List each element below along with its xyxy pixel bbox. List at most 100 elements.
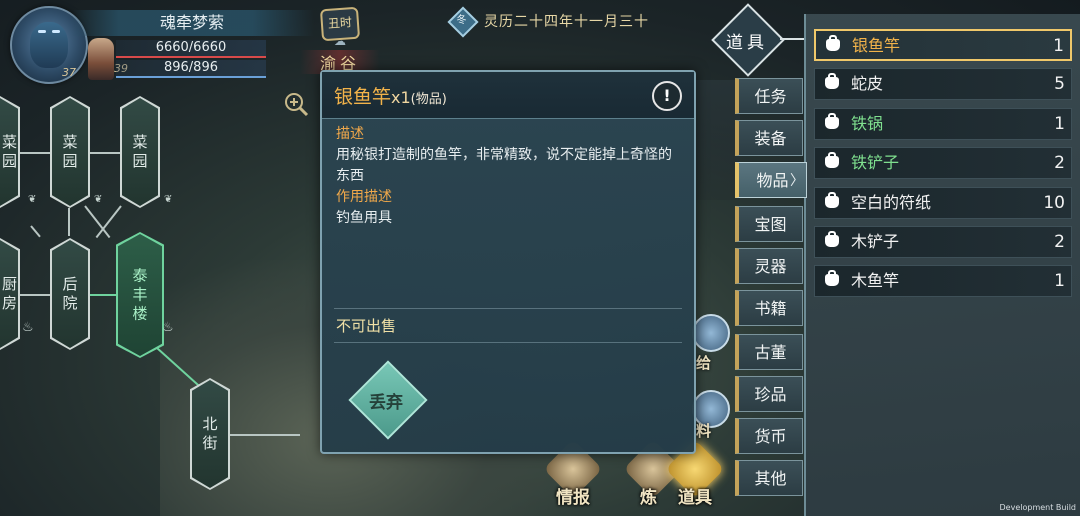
bottom-tab-intel[interactable]: 情报 [542,439,604,510]
material-action-label: 料 [696,422,712,440]
item-count: 1 [1054,114,1065,134]
season-gem-icon: 冬 [447,6,479,38]
popup-divider [334,308,682,309]
avatar-eye [52,30,60,33]
map-node-label: 菜园 [62,133,78,170]
description-label: 描述 [336,126,364,142]
mp-value: 896/896 [163,60,218,75]
popup-divider [334,342,682,343]
bag-icon [825,192,839,208]
mp-stat: 896/896 [116,60,266,78]
item-name: 木铲子 [851,232,900,251]
player-name: 魂牵梦萦 [70,10,314,36]
item-count: 2 [1054,232,1065,252]
development-build-label: Development Build [999,503,1076,512]
item-count: 1 [1053,36,1064,56]
inventory-item[interactable]: 木鱼竿 1 [814,265,1072,297]
map-node-label: 菜园 [132,133,148,170]
tab-treasures[interactable]: 珍品 [735,376,803,412]
item-name: 铁铲子 [851,153,900,172]
date-text: 灵历二十四年十一月三十 [484,14,649,30]
sprout-icon: ❦ [94,194,103,205]
item-count: 1 [1054,271,1065,291]
item-count: 5 [1054,74,1065,94]
description-text: 用秘银打造制的鱼竿，非常精致，说不定能掉上奇怪的东西 [336,147,672,184]
item-detail-popup: 银鱼竿x1(物品) ! 描述 用秘银打造制的鱼竿，非常精致，说不定能掉上奇怪的东… [320,70,696,454]
map-node-north-street[interactable]: 北街 [190,378,230,490]
map-path [68,208,70,236]
tab-treasure-map[interactable]: 宝图 [735,206,803,242]
popup-header: 银鱼竿x1(物品) ! [322,72,694,119]
player-level: 37 [62,66,76,79]
map-path [30,225,41,238]
item-count: 2 [1054,153,1065,173]
inventory-item[interactable]: 铁铲子 2 [814,147,1072,179]
bag-icon [825,231,839,247]
partner-portrait[interactable] [88,38,114,80]
tab-items[interactable]: 物品〉 [735,162,807,198]
inventory-item[interactable]: 木铲子 2 [814,226,1072,258]
tab-antiques[interactable]: 古董 [735,334,803,370]
inventory-item[interactable]: 蛇皮 5 [814,68,1072,100]
give-action-label: 给 [696,354,712,372]
tab-other[interactable]: 其他 [735,460,803,496]
hp-value: 6660/6660 [155,40,227,55]
discard-button[interactable]: 丢弃 [348,360,428,440]
item-category: (物品) [410,92,447,107]
map-node-label: 泰丰楼 [132,266,148,323]
item-name: 铁锅 [851,114,884,133]
inventory-item[interactable]: 空白的符纸 10 [814,187,1072,219]
time-seal: 丑时 [319,6,361,42]
item-name: 银鱼竿 [852,36,901,55]
region-badge[interactable]: 丑时 ☁ 渝谷 [300,6,380,74]
inventory-item[interactable]: 铁锅 1 [814,108,1072,140]
sprout-icon: ❦ [28,194,37,205]
map-node-backyard[interactable]: 后院 [50,238,90,350]
inventory-title: 道具 [711,3,804,77]
gift-icon[interactable] [692,314,730,352]
inventory-title-text: 道具 [726,33,768,53]
map-node-taifeng-restaurant[interactable]: 泰丰楼 [116,232,164,358]
bag-icon [825,270,839,286]
tab-spirit-tools[interactable]: 灵器 [735,248,803,284]
inventory-item[interactable]: 银鱼竿 1 [814,29,1072,61]
map-node-label: 厨房 [2,275,18,312]
chevron-right-icon: 〉 [790,173,804,189]
pot-icon: ♨ [22,320,34,335]
bag-icon [825,73,839,89]
pot-icon: ♨ [162,320,174,335]
zoom-in-icon[interactable] [282,90,310,118]
info-icon[interactable]: ! [652,81,682,111]
player-card[interactable]: 37 魂牵梦萦 39 6660/6660 896/896 [6,4,326,90]
sprout-icon: ❦ [164,194,173,205]
bottom-tab-label: 情报 [556,488,590,508]
tab-currency[interactable]: 货币 [735,418,803,454]
bottom-tab-items[interactable]: 道具 [664,439,726,510]
map-node-kitchen[interactable]: 厨房 [0,238,20,350]
map-node-vegetable-garden[interactable]: 菜园 [50,96,90,208]
avatar-eye [38,30,46,33]
tab-label: 物品 [756,171,789,190]
item-quantity: x1 [391,88,411,107]
item-name: 银鱼竿 [334,86,392,108]
mp-bar [116,76,266,78]
bag-icon [825,152,839,168]
item-name: 木鱼竿 [851,271,900,290]
tab-tasks[interactable]: 任务 [735,78,803,114]
bottom-tab-label: 道具 [678,488,712,508]
popup-title: 银鱼竿x1(物品) [334,82,447,109]
hp-stat: 6660/6660 [116,40,266,58]
avatar-face [30,22,68,68]
game-date: 冬 灵历二十四年十一月三十 [447,6,649,38]
hp-bar [116,56,266,58]
map-path [230,434,300,436]
tab-books[interactable]: 书籍 [735,290,803,326]
bag-icon [826,35,840,51]
map-node-vegetable-garden-2[interactable]: 菜园 [120,96,160,208]
sell-status: 不可出售 [336,317,397,335]
effect-text: 钓鱼用具 [336,210,392,226]
effect-label: 作用描述 [336,189,392,205]
tab-equipment[interactable]: 装备 [735,120,803,156]
map-node-label: 北街 [202,415,218,452]
map-node-vegetable-garden-left[interactable]: 菜园 [0,96,20,208]
